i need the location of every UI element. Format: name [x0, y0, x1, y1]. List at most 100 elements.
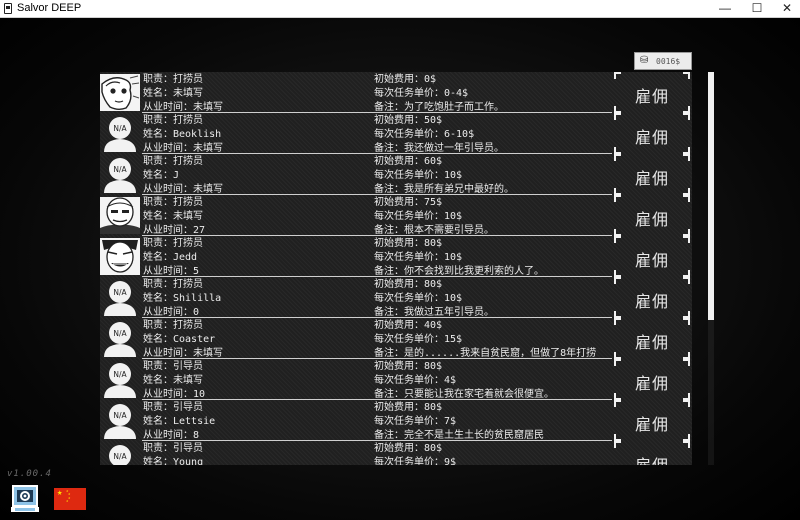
- hire-button[interactable]: 雇佣: [614, 318, 690, 359]
- mercenary-portrait: [100, 197, 140, 234]
- role-text: 职责：引导员: [143, 361, 203, 372]
- name-text: 姓名：J: [143, 170, 180, 181]
- role-text: 职责：打捞员: [143, 197, 203, 208]
- svg-text:N/A: N/A: [113, 165, 127, 174]
- rate-text: 每次任务单价：10$: [374, 252, 463, 263]
- hire-label: 雇佣: [634, 374, 669, 393]
- placeholder-portrait-icon: N/A: [100, 361, 140, 398]
- role-text: 职责：打捞员: [143, 74, 203, 85]
- mercenary-row: N/A 职责：打捞员 姓名：Beoklish 从业时间：未填写 初始费用：50$ 每次任务…: [100, 113, 692, 154]
- hire-button[interactable]: 雇佣: [614, 113, 690, 154]
- mercenary-list[interactable]: 职责：打捞员 姓名：未填写 从业时间：未填写 初始费用：0$ 每次任务单价：0-4$ 备注…: [100, 72, 692, 465]
- hire-button[interactable]: 雇佣: [614, 236, 690, 277]
- close-button[interactable]: ✕: [772, 0, 800, 18]
- name-text: 姓名：未填写: [143, 88, 203, 99]
- role-text: 职责：打捞员: [143, 279, 203, 290]
- placeholder-portrait-icon: N/A: [100, 402, 140, 439]
- fee-text: 初始费用：80$: [374, 361, 443, 372]
- fee-text: 初始费用：80$: [374, 279, 443, 290]
- rate-text: 每次任务单价：0-4$: [374, 88, 469, 99]
- name-text: 姓名：Lettsie: [143, 416, 216, 427]
- maximize-button[interactable]: ☐: [742, 0, 772, 18]
- money-value: 0016$: [656, 57, 681, 66]
- name-text: 姓名：Young: [143, 457, 204, 465]
- rate-text: 每次任务单价：6-10$: [374, 129, 475, 140]
- placeholder-portrait-icon: N/A: [100, 279, 140, 316]
- hire-button[interactable]: 雇佣: [614, 441, 690, 465]
- hire-label: 雇佣: [614, 452, 690, 465]
- role-text: 职责：打捞员: [143, 115, 203, 126]
- window-title: Salvor DEEP: [17, 2, 82, 14]
- fee-text: 初始费用：0$: [374, 74, 437, 85]
- svg-text:N/A: N/A: [113, 124, 127, 133]
- name-text: 姓名：Beoklish: [143, 129, 222, 140]
- mercenary-row: 职责：打捞员 姓名：Jedd 从业时间：5 初始费用：80$ 每次任务单价：10$ 备注：…: [100, 236, 692, 277]
- name-text: 姓名：未填写: [143, 375, 203, 386]
- placeholder-portrait-icon: N/A: [100, 115, 140, 152]
- coins-icon: ⛁: [640, 55, 649, 66]
- placeholder-portrait-icon: N/A: [100, 320, 140, 357]
- hire-label: 雇佣: [634, 333, 669, 352]
- svg-text:N/A: N/A: [113, 370, 127, 379]
- hire-label: 雇佣: [634, 210, 669, 229]
- scrollbar-thumb[interactable]: [708, 72, 714, 320]
- name-text: 姓名：Coaster: [143, 334, 216, 345]
- monitor-gear-icon: [11, 485, 39, 512]
- hire-label: 雇佣: [634, 128, 669, 147]
- rate-text: 每次任务单价：10$: [374, 293, 463, 304]
- fee-text: 初始费用：40$: [374, 320, 443, 331]
- name-text: 姓名：Shililla: [143, 293, 222, 304]
- mercenary-row: 职责：打捞员 姓名：未填写 从业时间：未填写 初始费用：0$ 每次任务单价：0-4$ 备注…: [100, 72, 692, 113]
- mercenary-row: N/A 职责：引导员 姓名：未填写 从业时间：10 初始费用：80$ 每次任务单价：4$ 备…: [100, 359, 692, 400]
- fee-text: 初始费用：80$: [374, 443, 443, 454]
- rate-text: 每次任务单价：7$: [374, 416, 457, 427]
- version-label: v1.00.4: [7, 469, 52, 479]
- fee-text: 初始费用：80$: [374, 238, 443, 249]
- role-text: 职责：打捞员: [143, 156, 203, 167]
- mercenary-portrait: [100, 238, 140, 275]
- fee-text: 初始费用：50$: [374, 115, 443, 126]
- settings-button[interactable]: [9, 484, 41, 514]
- name-text: 姓名：Jedd: [143, 252, 198, 263]
- rate-text: 每次任务单价：10$: [374, 211, 463, 222]
- hire-label: 雇佣: [634, 292, 669, 311]
- money-display: ⛁ 0016$: [634, 52, 692, 70]
- mercenary-row: N/A 职责：打捞员 姓名：J 从业时间：未填写 初始费用：60$ 每次任务单价：10$ 备…: [100, 154, 692, 195]
- china-flag-icon: ★: [57, 488, 63, 498]
- fee-text: 初始费用：80$: [374, 402, 443, 413]
- placeholder-portrait-icon: N/A: [100, 443, 140, 465]
- hire-label: 雇佣: [634, 415, 669, 434]
- role-text: 职责：打捞员: [143, 320, 203, 331]
- rate-text: 每次任务单价：9$: [374, 457, 457, 465]
- hire-label: 雇佣: [634, 169, 669, 188]
- minimize-button[interactable]: —: [710, 0, 740, 18]
- svg-text:N/A: N/A: [113, 411, 127, 420]
- role-text: 职责：引导员: [143, 402, 203, 413]
- hire-label: 雇佣: [634, 87, 669, 106]
- hire-button[interactable]: 雇佣: [614, 72, 690, 113]
- mercenary-portrait: [100, 74, 140, 111]
- rate-text: 每次任务单价：4$: [374, 375, 457, 386]
- app-icon: [4, 3, 12, 14]
- hire-button[interactable]: 雇佣: [614, 195, 690, 236]
- role-text: 职责：打捞员: [143, 238, 203, 249]
- fee-text: 初始费用：60$: [374, 156, 443, 167]
- hire-button[interactable]: 雇佣: [614, 400, 690, 441]
- mercenary-row: N/A 职责：打捞员 姓名：Shililla 从业时间：0 初始费用：80$ 每次任务单价…: [100, 277, 692, 318]
- placeholder-portrait-icon: N/A: [100, 156, 140, 193]
- svg-text:N/A: N/A: [113, 288, 127, 297]
- rate-text: 每次任务单价：10$: [374, 170, 463, 181]
- mercenary-row: N/A 职责：引导员 姓名：Lettsie 从业时间：8 初始费用：80$ 每次任务单价：…: [100, 400, 692, 441]
- fee-text: 初始费用：75$: [374, 197, 443, 208]
- mercenary-row: N/A职责：引导员姓名：Young从业时间：初始费用：80$每次任务单价：9$雇…: [100, 441, 692, 465]
- hire-label: 雇佣: [634, 251, 669, 270]
- language-flag-button[interactable]: ★ ★ ★ ★ ★: [54, 488, 86, 510]
- rate-text: 每次任务单价：15$: [374, 334, 463, 345]
- mercenary-row: 职责：打捞员 姓名：未填写 从业时间：27 初始费用：75$ 每次任务单价：10$ 备注：…: [100, 195, 692, 236]
- role-text: 职责：引导员: [143, 443, 203, 454]
- name-text: 姓名：未填写: [143, 211, 203, 222]
- hire-button[interactable]: 雇佣: [614, 277, 690, 318]
- hire-button[interactable]: 雇佣: [614, 359, 690, 400]
- svg-text:N/A: N/A: [113, 452, 127, 461]
- hire-button[interactable]: 雇佣: [614, 154, 690, 195]
